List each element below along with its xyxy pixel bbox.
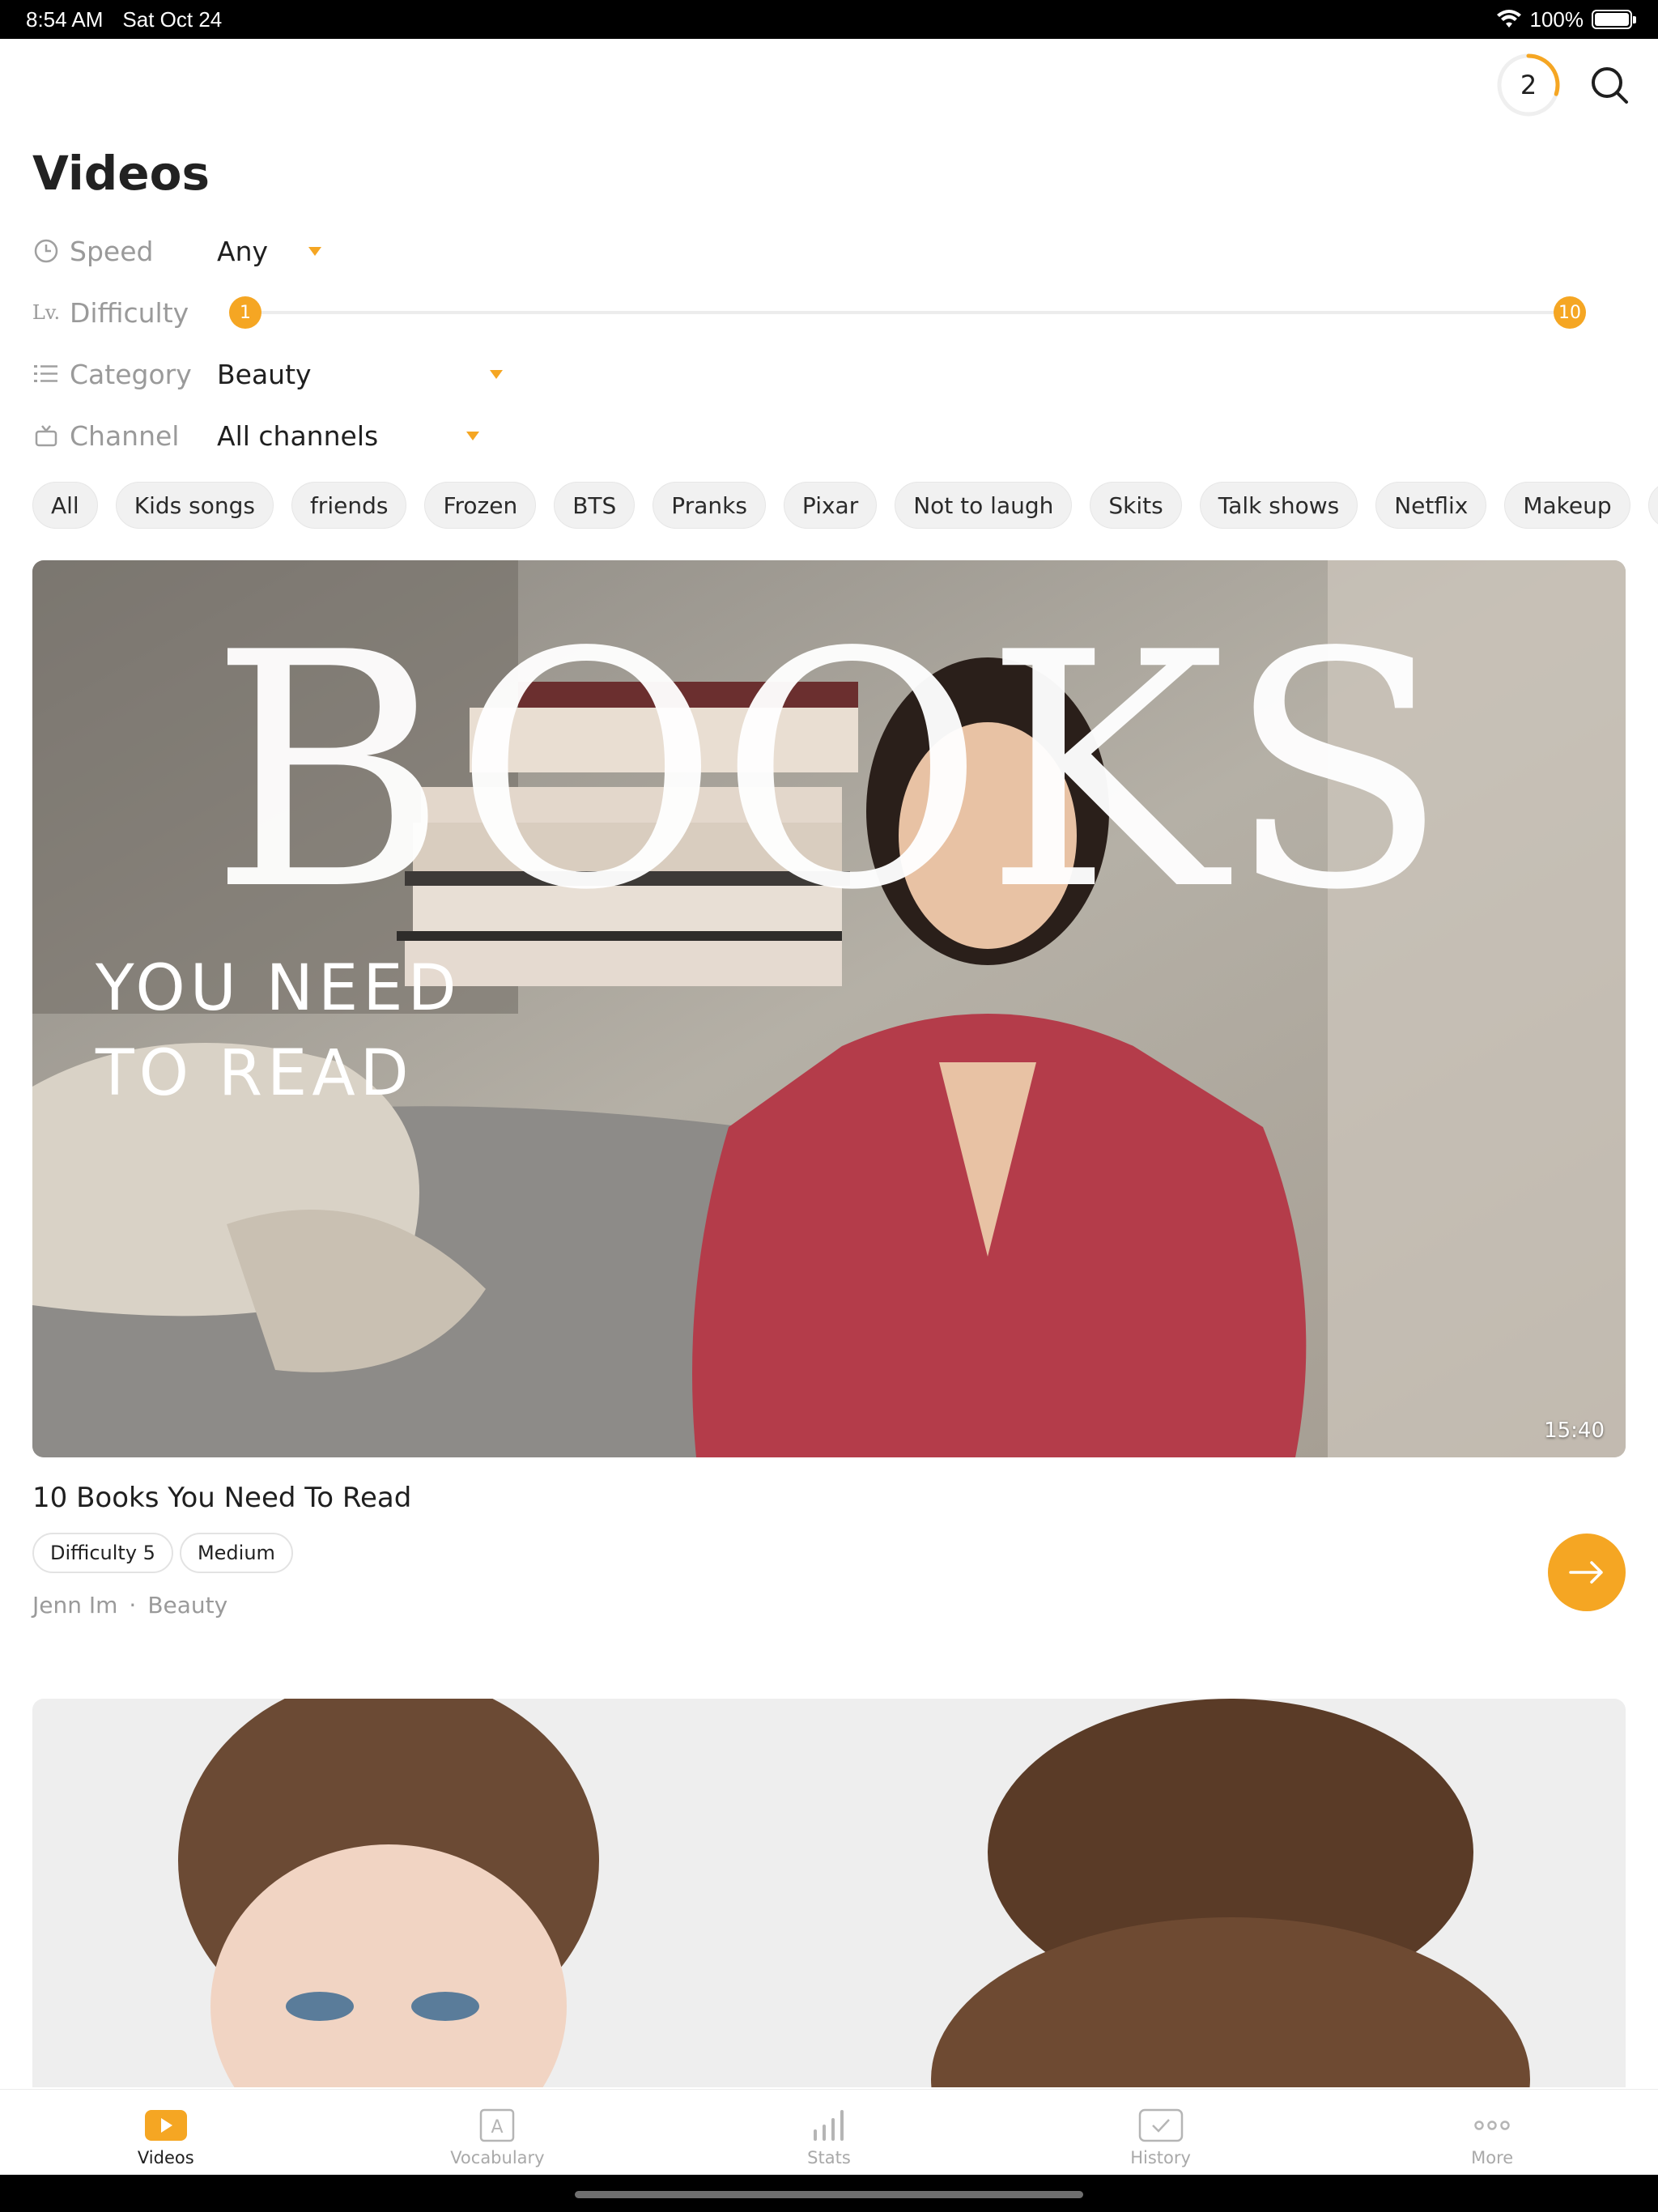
dropdown-caret-icon — [466, 431, 479, 440]
tab-bar: Videos A Vocabulary Stats History More — [0, 2089, 1658, 2175]
arrow-right-icon — [1569, 1561, 1603, 1584]
category-chip[interactable]: BTS — [554, 482, 636, 529]
category-chip[interactable]: Pranks — [653, 482, 766, 529]
category-chip[interactable]: Makeup — [1504, 482, 1630, 529]
difficulty-label: Difficulty — [70, 296, 189, 329]
clock-icon — [34, 239, 58, 263]
header-actions: 2 — [1496, 49, 1658, 121]
category-chip[interactable]: Skits — [1090, 482, 1182, 529]
thumbnail-subtitle-line1: YOU NEED — [95, 952, 461, 1025]
svg-text:A: A — [491, 2117, 504, 2138]
tab-more[interactable]: More — [1326, 2090, 1658, 2175]
counter-value: 2 — [1520, 70, 1537, 100]
video-duration: 15:40 — [1544, 1419, 1605, 1443]
speed-tag: Medium — [179, 1533, 293, 1573]
tab-history[interactable]: History — [995, 2090, 1327, 2175]
category-chip[interactable]: Talk shows — [1199, 482, 1358, 529]
thumbnail-image: BOOKS YOU NEED TO READ — [32, 560, 1626, 1457]
speed-filter: Speed Any — [32, 227, 322, 275]
video-category: Beauty — [147, 1592, 228, 1619]
category-chip[interactable]: Pixar — [783, 482, 878, 529]
tab-label: Vocabulary — [450, 2148, 545, 2167]
category-chips: All Kids songs friends Frozen BTS Pranks Pixar… — [32, 482, 1658, 529]
stats-icon — [809, 2108, 849, 2143]
category-filter: Category Beauty — [32, 350, 503, 398]
tab-videos[interactable]: Videos — [0, 2090, 332, 2175]
category-dropdown[interactable]: Beauty — [217, 359, 503, 390]
search-button[interactable] — [1585, 61, 1634, 109]
status-date: Sat Oct 24 — [122, 6, 223, 32]
video-title[interactable]: 10 Books You Need To Read — [32, 1482, 411, 1514]
wifi-icon — [1496, 10, 1521, 28]
thumbnail-title-text: BOOKS — [210, 585, 1448, 961]
open-video-button[interactable] — [1548, 1534, 1626, 1611]
home-indicator — [0, 2175, 1658, 2212]
difficulty-filter: Lv. Difficulty — [32, 288, 217, 337]
video-meta: Jenn Im · Beauty — [32, 1592, 227, 1619]
slider-max-handle[interactable]: 10 — [1554, 296, 1586, 329]
status-bar: 8:54 AM Sat Oct 24 100% — [0, 0, 1658, 39]
more-icon — [1472, 2108, 1512, 2143]
category-chip[interactable]: All — [32, 482, 98, 529]
category-chip[interactable]: friends — [291, 482, 407, 529]
video-channel: Jenn Im — [32, 1592, 118, 1619]
difficulty-slider[interactable]: 1 10 — [229, 296, 1586, 329]
tab-stats[interactable]: Stats — [663, 2090, 995, 2175]
status-time: 8:54 AM — [26, 6, 104, 32]
thumbnail-image — [32, 1699, 1626, 2087]
category-chip[interactable]: Not to laugh — [895, 482, 1073, 529]
video-thumbnail[interactable] — [32, 1699, 1626, 2087]
category-chip[interactable]: Netflix — [1375, 482, 1487, 529]
category-value: Beauty — [217, 358, 312, 390]
category-chip[interactable]: Conan sh — [1647, 482, 1658, 529]
thumbnail-subtitle-line2: TO READ — [95, 1037, 414, 1110]
speed-value: Any — [217, 235, 269, 267]
difficulty-tag: Difficulty 5 — [32, 1533, 173, 1573]
play-icon — [143, 2108, 189, 2143]
speed-dropdown[interactable]: Any — [217, 235, 322, 267]
category-chip[interactable]: Kids songs — [115, 482, 274, 529]
category-label: Category — [70, 358, 192, 390]
tab-label: Stats — [807, 2148, 851, 2167]
channel-value: All channels — [217, 419, 379, 452]
tab-label: History — [1130, 2148, 1191, 2167]
video-thumbnail[interactable]: BOOKS YOU NEED TO READ 15:40 — [32, 560, 1626, 1457]
search-icon — [1592, 67, 1628, 104]
level-icon: Lv. — [32, 301, 61, 324]
tv-icon — [35, 425, 57, 447]
channel-dropdown[interactable]: All channels — [217, 420, 479, 452]
channel-filter: Channel All channels — [32, 411, 479, 460]
category-chip[interactable]: Frozen — [424, 482, 537, 529]
channel-label: Channel — [70, 419, 180, 452]
speed-label: Speed — [70, 235, 154, 267]
dropdown-caret-icon — [490, 369, 503, 379]
vocabulary-icon: A — [474, 2108, 520, 2143]
meta-separator: · — [129, 1592, 137, 1619]
slider-track — [229, 311, 1586, 314]
list-icon — [34, 365, 57, 382]
dropdown-caret-icon — [308, 246, 322, 256]
slider-min-handle[interactable]: 1 — [229, 296, 261, 329]
battery-percent: 100% — [1529, 6, 1584, 32]
video-tags: Difficulty 5 Medium — [32, 1533, 293, 1573]
battery-icon — [1592, 10, 1636, 29]
page-title: Videos — [32, 146, 210, 201]
history-icon — [1138, 2108, 1184, 2143]
tab-label: More — [1471, 2148, 1514, 2167]
tab-vocabulary[interactable]: A Vocabulary — [332, 2090, 664, 2175]
tab-label: Videos — [137, 2148, 194, 2167]
daily-goal-counter[interactable]: 2 — [1496, 53, 1561, 117]
